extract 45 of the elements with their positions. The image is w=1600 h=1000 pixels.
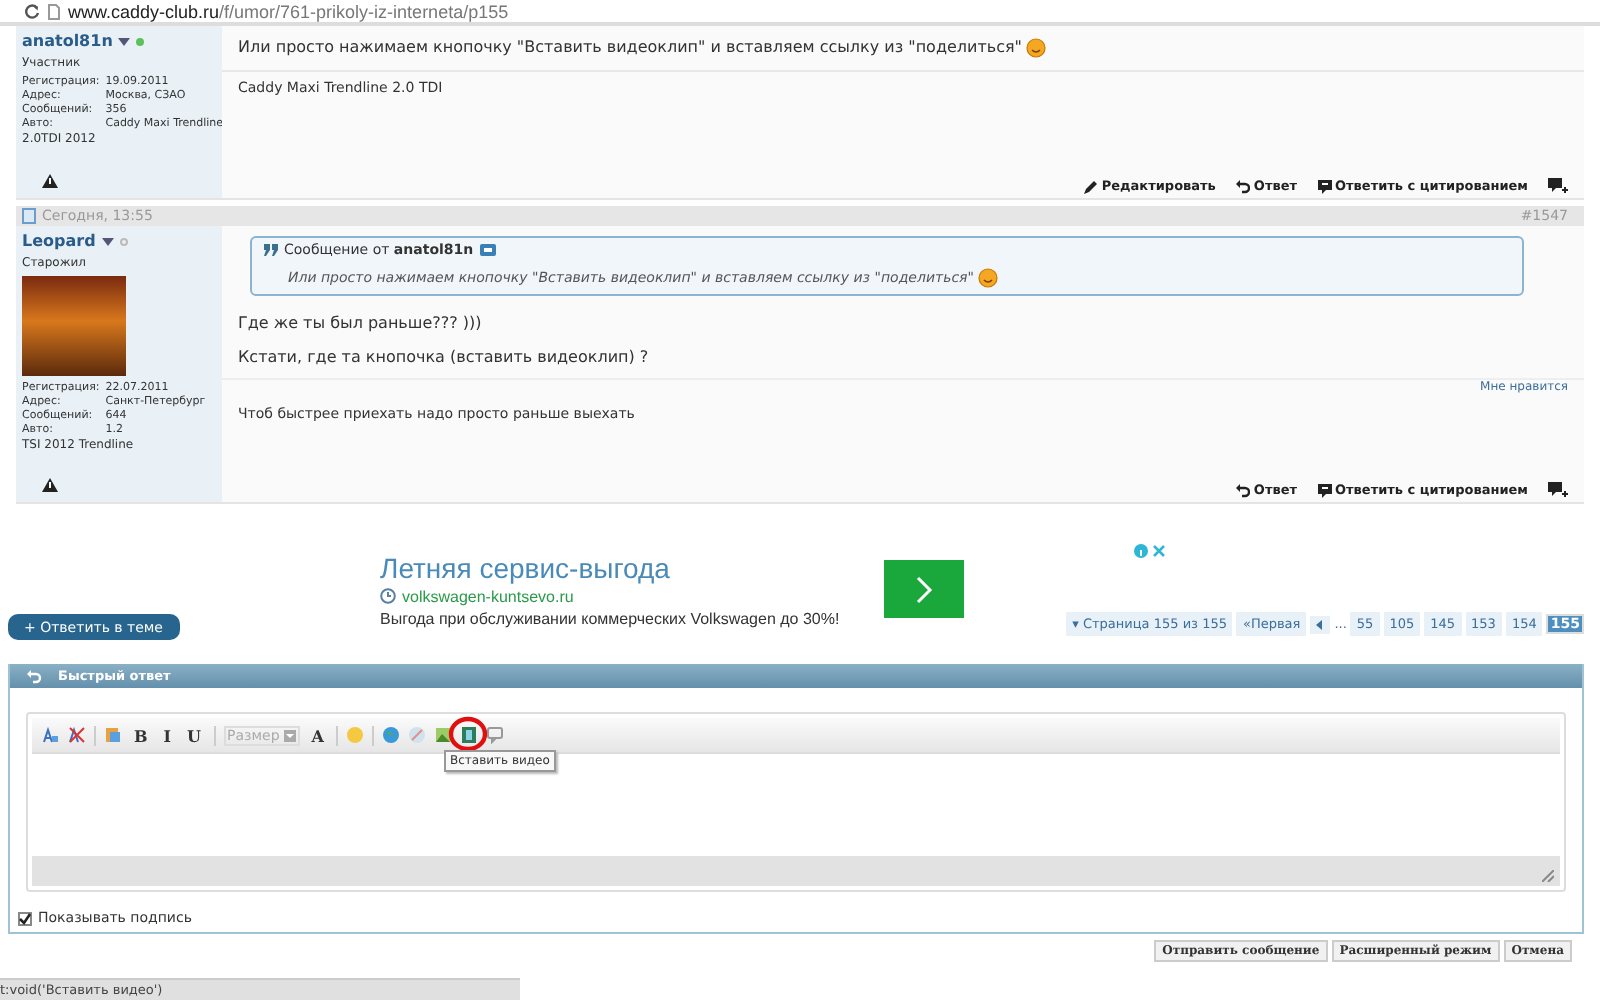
clear-format-icon[interactable] [68, 726, 86, 744]
format-button[interactable]: B [130, 725, 152, 745]
url-text[interactable]: www.caddy-club.ru/f/umor/761-prikoly-iz-interneta/p155 [68, 1, 509, 21]
clock-icon [380, 588, 396, 604]
warning-icon[interactable] [42, 478, 58, 492]
reply-icon[interactable] [1235, 483, 1250, 497]
message-text: Где же ты был раньше??? ))) [238, 314, 482, 332]
multiquote-icon[interactable] [1548, 482, 1568, 498]
view-post-icon[interactable] [479, 244, 496, 256]
reload-icon[interactable] [24, 3, 40, 19]
annotation-circle [447, 716, 488, 752]
resize-handle-icon[interactable] [1542, 870, 1554, 882]
info-icon[interactable] [1134, 544, 1148, 558]
format-button[interactable]: I [159, 725, 176, 745]
reply-icon[interactable] [1235, 179, 1250, 193]
clipboard-icon[interactable] [104, 726, 122, 744]
ad-title[interactable]: Летняя сервис-выгода [380, 551, 884, 583]
ad-url[interactable]: volkswagen-kuntsevo.ru [402, 587, 574, 605]
font-icon[interactable] [42, 726, 60, 744]
ad-description: Выгода при обслуживании коммерческих Volkswagen до 30%! [380, 609, 842, 627]
format-button[interactable]: U [183, 725, 205, 745]
document-icon [22, 208, 36, 224]
username-link[interactable]: anatol81n [22, 32, 113, 50]
caret-icon[interactable] [101, 237, 114, 245]
quote-mark-icon [264, 244, 278, 256]
speech-bubble-icon[interactable] [1317, 483, 1332, 497]
smiley-icon [977, 266, 998, 288]
pencil-icon[interactable] [1083, 179, 1098, 193]
close-icon[interactable] [1152, 544, 1166, 558]
message-text: Или просто нажимаем кнопочку "Вставить видеоклип" и вставляем ссылку из "поделиться" [238, 38, 1022, 56]
multiquote-icon[interactable] [1548, 178, 1568, 194]
message-text: Кстати, где та кнопочка (вставить видеоклип) ? [238, 348, 649, 366]
reply-icon [26, 669, 42, 683]
speech-bubble-icon[interactable] [1317, 179, 1332, 193]
username-link[interactable]: Leopard [22, 232, 96, 250]
film-icon[interactable] [459, 726, 478, 744]
show-signature-checkbox[interactable] [18, 911, 32, 925]
previous-page-icon[interactable] [1310, 615, 1331, 633]
chevron-right-icon[interactable] [914, 575, 934, 603]
warning-icon[interactable] [42, 174, 58, 188]
quote-icon[interactable] [485, 726, 504, 744]
globe-icon[interactable] [381, 726, 400, 744]
caret-icon[interactable] [118, 37, 131, 45]
image-icon[interactable] [433, 726, 452, 744]
format-button[interactable]: A [307, 725, 328, 745]
